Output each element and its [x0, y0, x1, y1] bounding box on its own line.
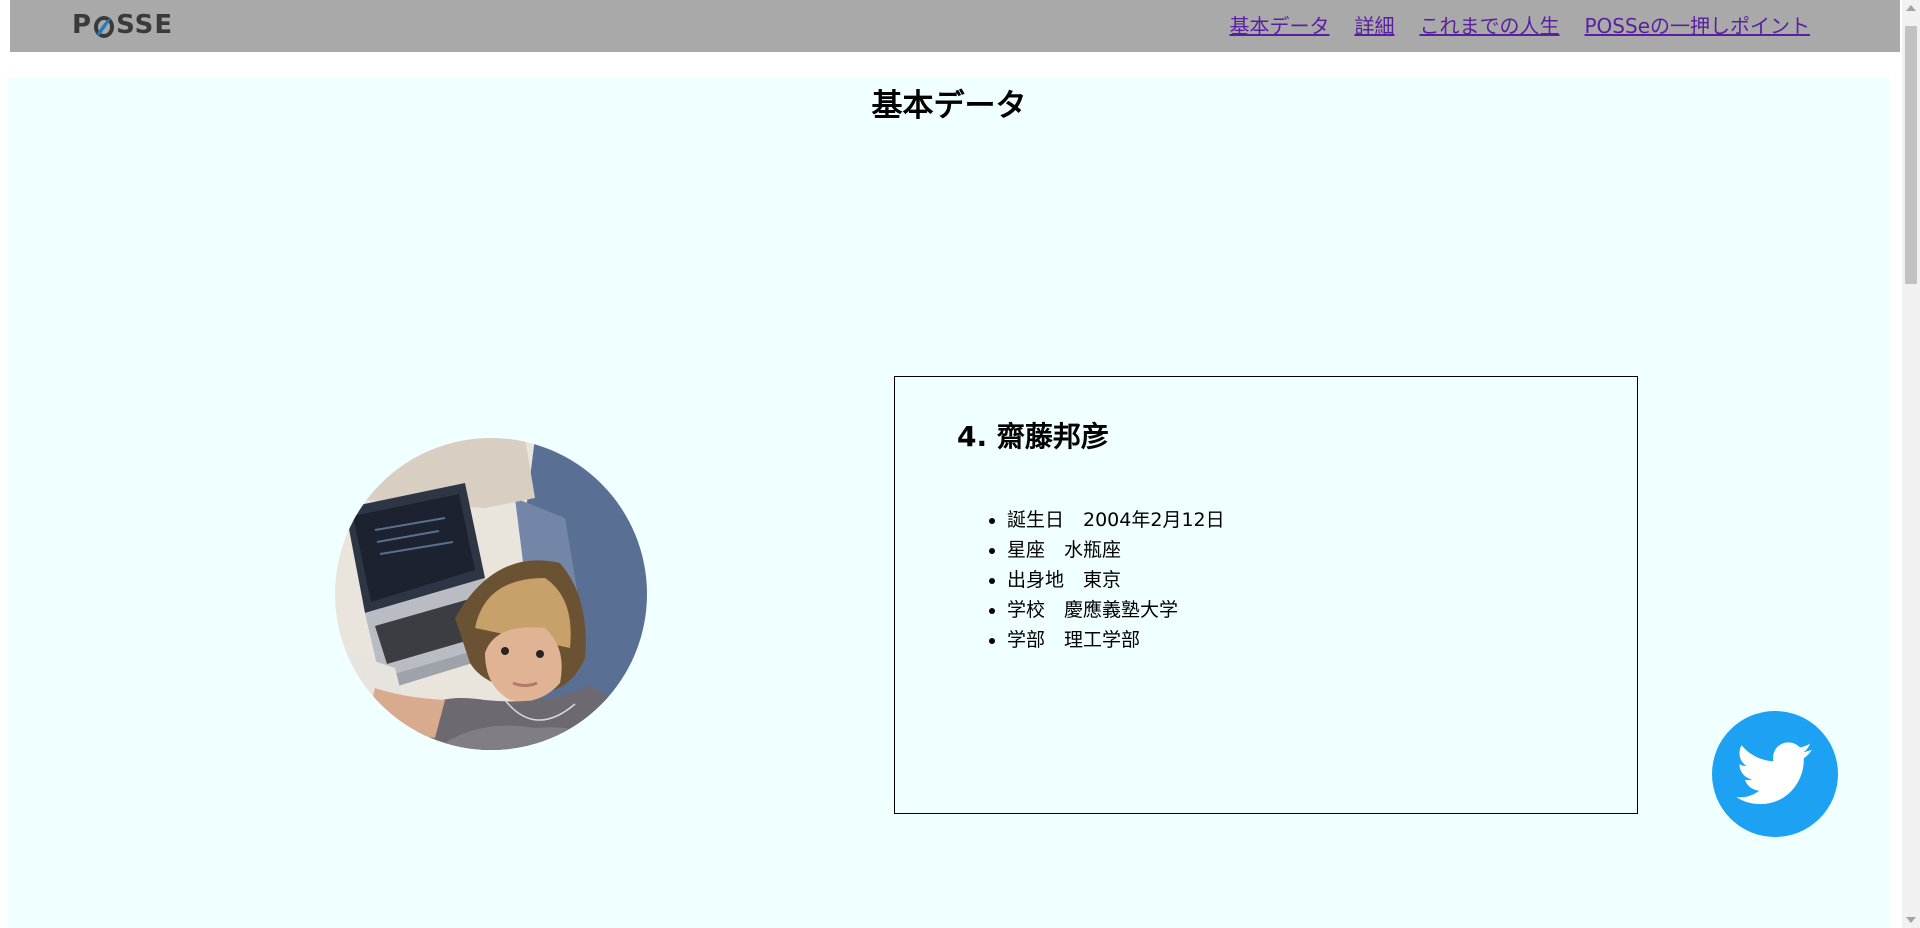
- logo-o-icon: [93, 14, 115, 38]
- nav-link-basic-data[interactable]: 基本データ: [1230, 10, 1330, 39]
- twitter-bird-icon: [1736, 742, 1813, 805]
- twitter-share-button[interactable]: [1712, 711, 1838, 837]
- nav-link-posse-points[interactable]: POSSeの一押しポイント: [1585, 10, 1811, 39]
- profile-info-box: 4. 齋藤邦彦 誕生日 2004年2月12日 星座 水瓶座 出身地 東京 学校 …: [894, 376, 1638, 814]
- detail-faculty: 学部 理工学部: [1007, 625, 1225, 655]
- scrollbar-thumb[interactable]: [1905, 26, 1917, 284]
- section-title: 基本データ: [871, 88, 1027, 124]
- main-nav: 基本データ 詳細 これまでの人生 POSSeの一押しポイント: [1230, 10, 1811, 39]
- detail-birthday: 誕生日 2004年2月12日: [1007, 505, 1225, 535]
- detail-zodiac: 星座 水瓶座: [1007, 535, 1225, 565]
- person-name: 4. 齋藤邦彦: [957, 420, 1109, 453]
- nav-link-details[interactable]: 詳細: [1355, 10, 1395, 39]
- logo-text-left: P: [72, 10, 93, 40]
- posse-logo[interactable]: P SSE: [72, 10, 174, 40]
- profile-details-list: 誕生日 2004年2月12日 星座 水瓶座 出身地 東京 学校 慶應義塾大学 学…: [957, 505, 1225, 655]
- vertical-scrollbar[interactable]: [1902, 0, 1920, 928]
- page: P SSE 基本データ 詳細 これまでの人生 POSSeの一押しポイント 基本デ…: [0, 0, 1920, 928]
- nav-link-life-story[interactable]: これまでの人生: [1420, 10, 1560, 39]
- detail-school: 学校 慶應義塾大学: [1007, 595, 1225, 625]
- basic-data-section: 基本データ 4. 齋藤邦彦 • 誕生日 2004年2月12日 • 星座 水瓶座 …: [8, 78, 1890, 928]
- scroll-down-arrow-icon[interactable]: [1906, 917, 1916, 923]
- site-header: P SSE 基本データ 詳細 これまでの人生 POSSeの一押しポイント: [10, 0, 1900, 52]
- detail-hometown: 出身地 東京: [1007, 565, 1225, 595]
- logo-text-right: SSE: [116, 10, 174, 40]
- scroll-up-arrow-icon[interactable]: [1906, 5, 1916, 11]
- profile-photo: [335, 438, 647, 750]
